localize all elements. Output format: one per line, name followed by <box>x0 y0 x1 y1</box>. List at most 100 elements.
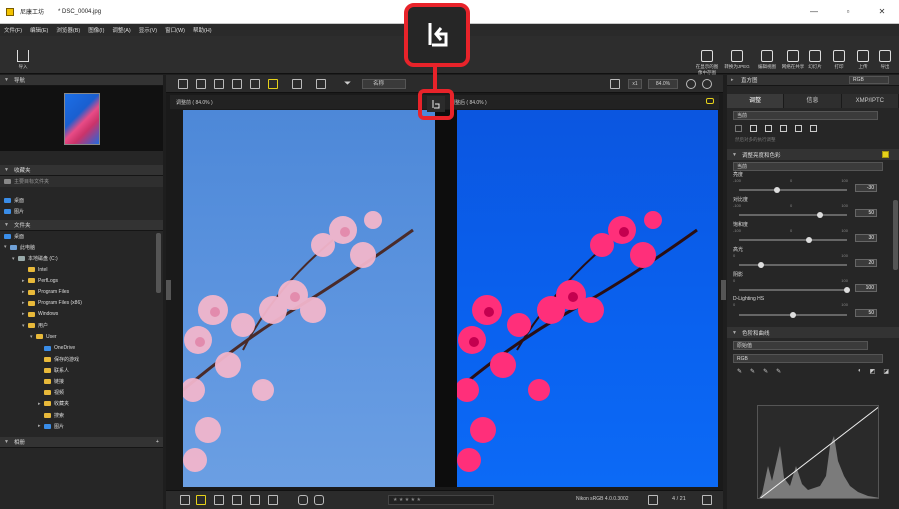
tree-scrollbar[interactable] <box>156 232 161 293</box>
close-button[interactable]: ✕ <box>865 7 899 16</box>
slider-knob[interactable] <box>817 212 823 218</box>
tool-print[interactable]: 打印 <box>826 50 852 70</box>
auto-contrast-icon[interactable]: ◐ <box>858 368 862 375</box>
sort-select[interactable]: 名称 <box>362 79 406 89</box>
rotate-icon[interactable] <box>795 125 802 132</box>
nav-header[interactable]: ▼ 导航 <box>0 75 163 86</box>
fit-screen-icon[interactable] <box>610 79 620 89</box>
slider-knob[interactable] <box>806 237 813 243</box>
retouch-icon[interactable] <box>750 125 757 132</box>
menu-window[interactable]: 窗口(W) <box>165 26 185 34</box>
minimize-button[interactable]: — <box>797 7 831 16</box>
stack-icon[interactable] <box>292 79 302 89</box>
tree-item[interactable]: ▸ 图片 <box>0 421 163 432</box>
black-point-eyedropper-icon[interactable]: ✎ <box>737 368 742 375</box>
menu-image[interactable]: 图像(I) <box>88 26 104 34</box>
brightness-section-header[interactable]: ▼ 调整亮度和色彩 <box>727 149 899 160</box>
linear-curve-icon[interactable]: ◩ <box>870 368 876 375</box>
favorites-header[interactable]: ▼ 收藏夹 <box>0 165 163 176</box>
tree-item[interactable]: ▾ 此电脑 <box>0 242 163 253</box>
fav-item-pictures[interactable]: 图片 <box>0 206 163 217</box>
reset-button[interactable] <box>427 96 445 112</box>
crop-icon[interactable] <box>765 125 772 132</box>
tree-item[interactable]: 保存的游戏 <box>0 354 163 365</box>
zoom-select[interactable]: 84.0% <box>648 79 678 89</box>
curves-channel-select[interactable]: RGB <box>733 354 883 363</box>
tree-item[interactable]: 桌面 <box>0 231 163 242</box>
tree-item[interactable]: ▸ Program Files (x86) <box>0 298 163 309</box>
tree-item[interactable]: ▸ PerfLogs <box>0 275 163 286</box>
single-view-icon[interactable] <box>214 79 224 89</box>
album-header[interactable]: ▼ 相册 + <box>0 436 163 448</box>
undo-icon[interactable] <box>810 125 817 132</box>
rotate-right-icon[interactable] <box>314 495 324 505</box>
info-icon[interactable] <box>250 495 260 505</box>
tree-item[interactable]: ▸ 收藏夹 <box>0 398 163 409</box>
tab-info[interactable]: 信息 <box>784 94 842 108</box>
tree-item[interactable]: ▾ 用户 <box>0 320 163 331</box>
zoom-in-icon[interactable] <box>702 79 712 89</box>
right-panel-toggle[interactable] <box>721 280 726 300</box>
curves-section-header[interactable]: ▼ 色阶和曲线 <box>727 327 899 338</box>
tree-item[interactable]: ▸ Program Files <box>0 287 163 298</box>
compare-view-icon[interactable] <box>268 79 278 89</box>
menu-view[interactable]: 显示(V) <box>139 26 157 34</box>
slider-value[interactable]: -30 <box>855 184 877 192</box>
slider-knob[interactable] <box>757 262 764 268</box>
curves-preset-select[interactable]: 原始值 <box>733 341 868 350</box>
gray-point-eyedropper-icon[interactable]: ✎ <box>750 368 755 375</box>
slider-value[interactable]: 50 <box>855 209 877 217</box>
slider-track[interactable] <box>739 264 847 266</box>
filmstrip-view-icon[interactable] <box>232 79 242 89</box>
grid-view-icon[interactable] <box>178 79 188 89</box>
tool-jpeg[interactable]: 转换为JPEG <box>724 50 750 70</box>
menu-edit[interactable]: 编辑(E) <box>30 26 48 34</box>
brightness-mode-select[interactable]: 当前 <box>733 162 883 171</box>
favorites-target[interactable]: 主要目标文件夹 <box>0 176 163 188</box>
slider-knob[interactable] <box>790 312 796 318</box>
grid-icon[interactable] <box>232 495 242 505</box>
slider-value[interactable]: 30 <box>855 234 877 242</box>
histogram-toggle-icon[interactable] <box>268 495 278 505</box>
add-album-icon[interactable]: + <box>156 439 159 445</box>
sync-icon[interactable] <box>706 98 714 104</box>
tree-item[interactable]: ▸ Windows <box>0 309 163 320</box>
tree-item[interactable]: 搜索 <box>0 410 163 421</box>
right-scrollbar[interactable] <box>893 200 898 270</box>
tree-item[interactable]: 链接 <box>0 376 163 387</box>
next-image-button[interactable] <box>702 495 712 505</box>
tool-export[interactable]: 导出 <box>872 50 898 70</box>
fav-item-desktop[interactable]: 桌面 <box>0 195 163 206</box>
tree-item[interactable]: 联系人 <box>0 365 163 376</box>
filter-icon[interactable]: ⏷ <box>344 78 351 89</box>
fit-icon[interactable] <box>316 79 326 89</box>
rating-stars[interactable]: ★ ★ ★ ★ ★ <box>388 495 494 505</box>
thumb-size-icon[interactable] <box>214 495 224 505</box>
reset-curve-icon[interactable]: ◪ <box>883 368 889 375</box>
list-view-icon[interactable] <box>196 79 206 89</box>
zoom-out-icon[interactable] <box>686 79 696 89</box>
tree-item[interactable]: ▾ User <box>0 331 163 342</box>
slider-value[interactable]: 50 <box>855 309 877 317</box>
tab-adjust[interactable]: 调整 <box>727 94 785 108</box>
zoom-mode[interactable]: x1 <box>628 79 642 89</box>
tab-xmp[interactable]: XMP/IPTC <box>841 94 899 108</box>
straighten-icon[interactable] <box>780 125 787 132</box>
folders-header[interactable]: ▼ 文件夹 <box>0 219 163 231</box>
tree-item[interactable]: 视频 <box>0 387 163 398</box>
tree-item[interactable]: ▾ 本地磁盘 (C:) <box>0 253 163 264</box>
menu-file[interactable]: 文件(F) <box>4 26 22 34</box>
tool-slideshow[interactable]: 幻灯片 <box>802 50 828 70</box>
navigator-thumbnail[interactable] <box>0 86 163 151</box>
tool-save-view[interactable]: 在显示的图像中存图 <box>694 50 720 76</box>
tree-item[interactable]: Intel <box>0 264 163 275</box>
slider-track[interactable] <box>739 239 847 241</box>
histogram-header[interactable]: ▸ 直方图 RGB <box>727 75 899 86</box>
rotate-left-icon[interactable] <box>298 495 308 505</box>
tree-item[interactable]: OneDrive <box>0 342 163 353</box>
add-anchor-icon[interactable]: ✎ <box>776 368 781 375</box>
slider-knob[interactable] <box>773 187 780 193</box>
menu-browser[interactable]: 浏览器(B) <box>56 26 80 34</box>
picker-icon[interactable] <box>735 125 742 132</box>
menu-adjust[interactable]: 调整(A) <box>112 26 130 34</box>
